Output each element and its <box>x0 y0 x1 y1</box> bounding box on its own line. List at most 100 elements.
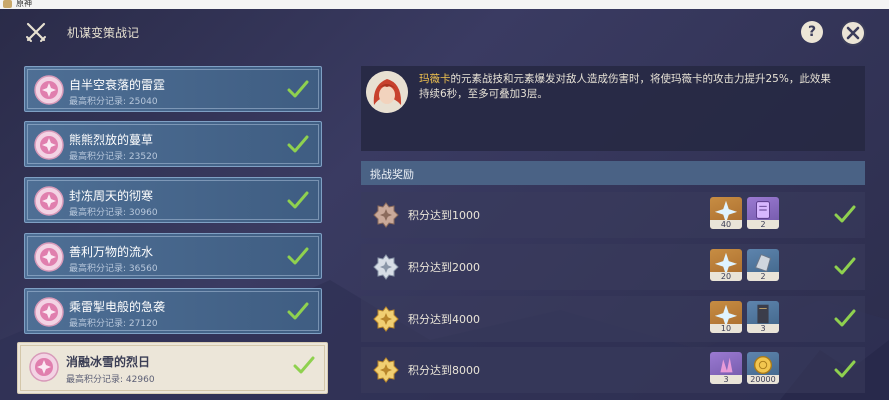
reward-item-mystic-enhancement-ore[interactable]: 2 <box>747 249 779 281</box>
reward-item-count: 20 <box>710 272 742 281</box>
stage-item[interactable]: 自半空衰落的雷霆 最高积分记录: 25040 <box>24 66 322 112</box>
stage-best-score: 最高积分记录: 36560 <box>69 264 158 274</box>
completed-check <box>287 134 309 154</box>
reward-threshold-label: 积分达到4000 <box>408 313 480 326</box>
score-label: 最高积分记录 <box>69 264 124 274</box>
stage-best-score: 最高积分记录: 27120 <box>69 319 158 329</box>
score-value: 23520 <box>128 152 158 162</box>
mavuika-portrait-icon <box>366 71 408 113</box>
stage-emblem-icon <box>34 75 64 105</box>
score-value: 27120 <box>128 319 158 329</box>
reward-item-primogem[interactable]: 10 <box>710 301 742 333</box>
claimed-check <box>834 256 856 276</box>
reward-item-count: 20000 <box>747 375 779 384</box>
score-value: 25040 <box>128 97 158 107</box>
window-title: 原神 <box>16 0 32 8</box>
description-line-2: 持续6秒，至多可叠加3层。 <box>419 88 548 100</box>
completed-check <box>293 355 315 375</box>
reward-item-count: 2 <box>747 220 779 229</box>
reward-row: 积分达到1000 40 2 <box>361 192 865 238</box>
reward-threshold-label: 积分达到8000 <box>408 364 480 377</box>
stage-name: 熊熊烈放的蔓草 <box>69 133 154 147</box>
stage-item[interactable]: 消融冰雪的烈日 最高积分记录: 42960 <box>17 342 328 394</box>
check-icon <box>834 257 856 275</box>
check-icon <box>293 356 315 374</box>
reward-item-crystal[interactable]: 3 <box>710 352 742 384</box>
reward-item-primogem[interactable]: 40 <box>710 197 742 229</box>
check-icon <box>834 360 856 378</box>
stage-emblem-icon <box>34 242 64 272</box>
stage-best-score: 最高积分记录: 30960 <box>69 208 158 218</box>
stage-emblem-icon <box>29 352 59 382</box>
page-title: 机谋变策战记 <box>67 26 140 40</box>
stage-item[interactable]: 熊熊烈放的蔓草 最高积分记录: 23520 <box>24 121 322 167</box>
rewards-header: 挑战奖励 <box>361 161 865 185</box>
stage-name: 善利万物的流水 <box>69 245 154 259</box>
app-icon <box>3 0 12 8</box>
reward-item-count: 3 <box>710 375 742 384</box>
stage-name: 自半空衰落的雷霆 <box>69 78 166 92</box>
stage-best-score: 最高积分记录: 25040 <box>69 97 158 107</box>
stage-item[interactable]: 封冻周天的彻寒 最高积分记录: 30960 <box>24 177 322 223</box>
score-label: 最高积分记录 <box>69 152 124 162</box>
window-titlebar: 原神 <box>0 0 889 9</box>
check-icon <box>287 80 309 98</box>
reward-item-hero-wit[interactable]: 2 <box>747 197 779 229</box>
reward-item-count: 10 <box>710 324 742 333</box>
reward-item-count: 2 <box>747 272 779 281</box>
reward-item-talent-book[interactable]: 3 <box>747 301 779 333</box>
rewards-title: 挑战奖励 <box>370 168 414 181</box>
close-button[interactable] <box>840 20 866 46</box>
completed-check <box>287 190 309 210</box>
bronze-medal-icon <box>373 202 399 228</box>
character-avatar <box>366 71 408 113</box>
reward-row: 积分达到4000 10 3 <box>361 296 865 342</box>
completed-check <box>287 246 309 266</box>
stage-name: 封冻周天的彻寒 <box>69 189 154 203</box>
reward-item-primogem[interactable]: 20 <box>710 249 742 281</box>
character-name-highlight: 玛薇卡 <box>419 73 451 85</box>
check-icon <box>287 191 309 209</box>
score-label: 最高积分记录 <box>69 208 124 218</box>
stage-item[interactable]: 乘雷掣电般的急袭 最高积分记录: 27120 <box>24 288 322 334</box>
stage-name: 消融冰雪的烈日 <box>66 355 151 369</box>
score-label: 最高积分记录 <box>69 319 124 329</box>
check-icon <box>287 302 309 320</box>
score-label: 最高积分记录 <box>66 375 121 385</box>
stage-name: 乘雷掣电般的急袭 <box>69 300 166 314</box>
reward-item-count: 40 <box>710 220 742 229</box>
reward-row: 积分达到8000 3 20000 <box>361 347 865 393</box>
buff-description: 玛薇卡的元素战技和元素爆发对敌人造成伤害时，将使玛薇卡的攻击力提升25%，此效果… <box>419 72 855 102</box>
score-value: 30960 <box>128 208 158 218</box>
check-icon <box>834 205 856 223</box>
reward-threshold-label: 积分达到1000 <box>408 209 480 222</box>
stage-emblem-icon <box>34 297 64 327</box>
claimed-check <box>834 359 856 379</box>
stage-best-score: 最高积分记录: 23520 <box>69 152 158 162</box>
stage-item[interactable]: 善利万物的流水 最高积分记录: 36560 <box>24 233 322 279</box>
score-value: 42960 <box>125 375 155 385</box>
crossed-swords-icon <box>26 22 46 42</box>
stage-best-score: 最高积分记录: 42960 <box>66 375 155 385</box>
description-line-1: 的元素战技和元素爆发对敌人造成伤害时，将使玛薇卡的攻击力提升25%，此效果 <box>450 73 831 85</box>
close-icon <box>846 26 860 40</box>
gold-medal-icon <box>373 306 399 332</box>
reward-threshold-label: 积分达到2000 <box>408 261 480 274</box>
score-label: 最高积分记录 <box>69 97 124 107</box>
score-value: 36560 <box>128 264 158 274</box>
stage-emblem-icon <box>34 186 64 216</box>
reward-row: 积分达到2000 20 2 <box>361 244 865 290</box>
reward-item-mora[interactable]: 20000 <box>747 352 779 384</box>
check-icon <box>287 135 309 153</box>
help-button[interactable]: ? <box>801 21 823 43</box>
claimed-check <box>834 204 856 224</box>
gold-medal-icon <box>373 357 399 383</box>
completed-check <box>287 79 309 99</box>
reward-item-count: 3 <box>747 324 779 333</box>
claimed-check <box>834 308 856 328</box>
silver-medal-icon <box>373 254 399 280</box>
check-icon <box>287 247 309 265</box>
completed-check <box>287 301 309 321</box>
check-icon <box>834 309 856 327</box>
stage-emblem-icon <box>34 130 64 160</box>
